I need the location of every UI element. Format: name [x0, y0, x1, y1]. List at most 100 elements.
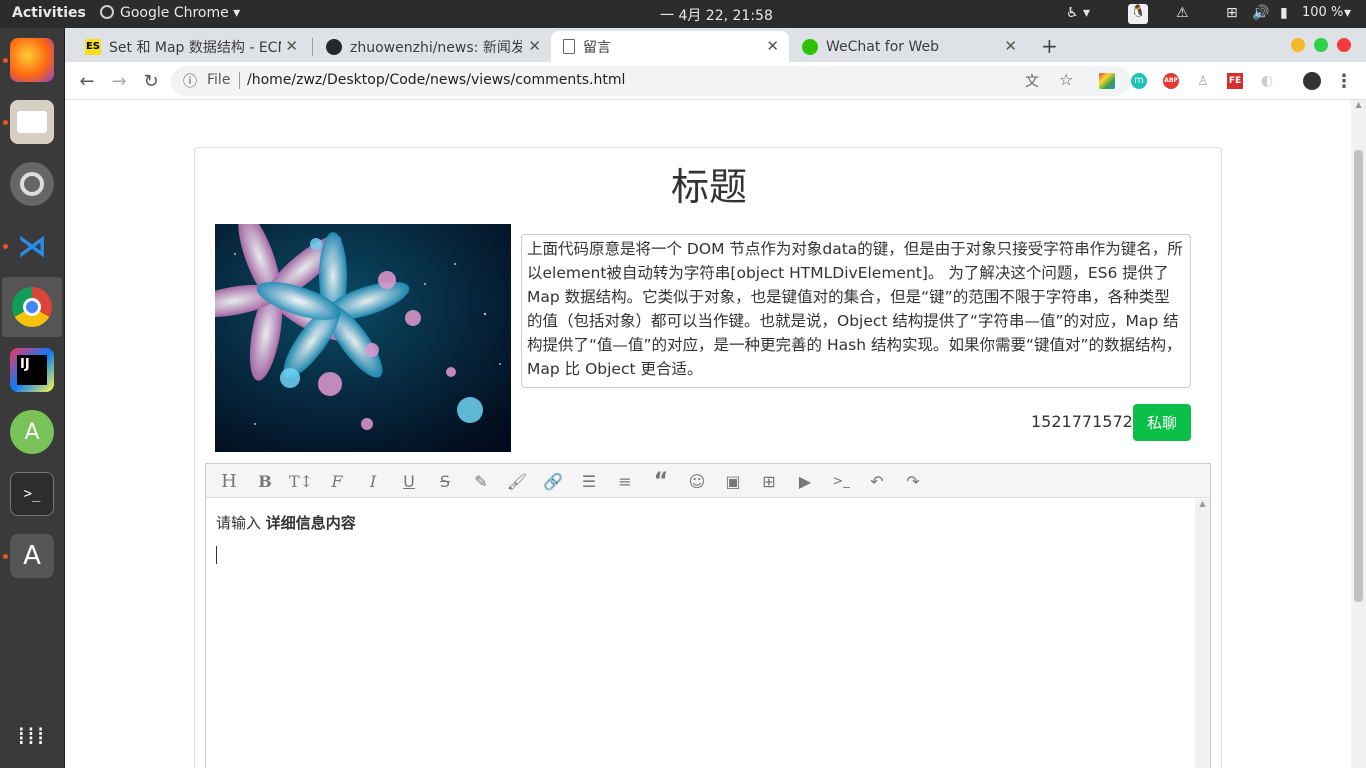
reload-icon[interactable]: ↻	[139, 69, 163, 93]
text-caret	[216, 546, 217, 564]
clock[interactable]: 一 4月 22, 21:58	[660, 5, 773, 25]
github-icon	[326, 38, 342, 55]
info-icon[interactable]: ⓘ	[183, 71, 197, 91]
firefox-icon[interactable]	[10, 38, 54, 82]
image-icon[interactable]: ▣	[722, 470, 744, 492]
system-menu-icon[interactable]: ▾	[1344, 5, 1351, 21]
chrome-icon	[100, 5, 114, 19]
page-icon	[563, 39, 575, 54]
profile-icon[interactable]	[1300, 69, 1324, 93]
tab-title: 留言	[583, 39, 611, 56]
page-title: 标题	[670, 165, 747, 209]
volume-icon[interactable]: 🔊	[1252, 5, 1269, 21]
tab-github[interactable]: zhuowenzhi/news: 新闻发布系统 ✕	[314, 31, 551, 62]
show-apps-icon[interactable]: ⁞⁞⁞	[10, 714, 54, 758]
running-indicator	[3, 244, 8, 249]
color-brush-icon[interactable]: 🖌	[506, 470, 528, 492]
running-indicator	[3, 554, 8, 559]
extension-disabled-icon[interactable]: ◐	[1255, 69, 1279, 93]
editor-placeholder[interactable]: 请输入 详细信息内容	[216, 512, 356, 533]
accessibility-icon[interactable]: ♿ ▾	[1066, 5, 1090, 21]
bold-icon[interactable]: B	[254, 470, 276, 492]
heading-icon[interactable]: H	[218, 470, 240, 492]
tab-wechat[interactable]: WeChat for Web ✕	[790, 31, 1027, 62]
underline-icon[interactable]: U	[398, 470, 420, 492]
warning-icon[interactable]: ⚠	[1176, 5, 1189, 21]
qq-icon[interactable]: 🐧	[1128, 4, 1148, 24]
close-window-button[interactable]	[1337, 38, 1351, 52]
url-text: /home/zwz/Desktop/Code/news/views/commen…	[247, 72, 626, 88]
link-icon[interactable]: 🔗	[542, 470, 564, 492]
ubuntu-dock: ⋊ IJ A >_ A ⁞⁞⁞	[0, 28, 65, 768]
undo-icon[interactable]: ↶	[866, 470, 888, 492]
extension-fe-icon[interactable]: FE	[1223, 69, 1247, 93]
article-body: 上面代码原意是将一个 DOM 节点作为对象data的键，但是由于对象只接受字符串…	[521, 234, 1191, 388]
maximize-button[interactable]	[1314, 38, 1328, 52]
extension-colorful-icon[interactable]	[1095, 69, 1119, 93]
settings-icon[interactable]	[10, 162, 54, 206]
system-top-bar: Activities Google Chrome ▾ 一 4月 22, 21:5…	[0, 0, 1366, 28]
address-bar[interactable]: ⓘ File /home/zwz/Desktop/Code/news/views…	[171, 66, 1131, 96]
tab-es6[interactable]: ES Set 和 Map 数据结构 - ECMAScript 6 入门 ✕	[73, 31, 308, 62]
tab-strip: ES Set 和 Map 数据结构 - ECMAScript 6 入门 ✕ zh…	[65, 28, 1366, 62]
close-icon[interactable]: ✕	[1004, 37, 1017, 55]
italic-icon[interactable]: I	[362, 470, 384, 492]
app-name: Google Chrome	[120, 5, 229, 21]
extension-m-icon[interactable]: m	[1127, 69, 1151, 93]
app-menu[interactable]: Google Chrome ▾	[100, 5, 240, 21]
minimize-button[interactable]	[1291, 38, 1305, 52]
intellij-icon[interactable]: IJ	[10, 348, 54, 392]
running-indicator	[3, 58, 8, 63]
editor-toolbar: H B T↕ F I U S ✎ 🖌 🔗 ☰ ≡ “ ☺ ▣ ⊞ ▶ >_ ↶ …	[206, 464, 1210, 498]
address-divider	[239, 72, 240, 89]
es-favicon: ES	[85, 38, 101, 55]
table-icon[interactable]: ⊞	[758, 470, 780, 492]
translate-icon[interactable]: 文	[1025, 71, 1039, 91]
placeholder-emphasis: 详细信息内容	[265, 514, 356, 532]
page-scrollbar[interactable]: ▲	[1351, 100, 1366, 768]
tab-comments[interactable]: 留言 ✕	[551, 31, 789, 62]
files-icon[interactable]	[10, 100, 54, 144]
adblock-icon[interactable]: ABP	[1159, 69, 1183, 93]
editor-scrollbar[interactable]: ▲	[1195, 499, 1210, 768]
placeholder-prefix: 请输入	[216, 514, 262, 532]
wechat-icon	[802, 38, 818, 55]
close-icon[interactable]: ✕	[766, 37, 779, 55]
phone-number: 15217715728	[1031, 412, 1143, 431]
highlight-icon[interactable]: ✎	[470, 470, 492, 492]
tab-title: WeChat for Web	[826, 38, 940, 55]
article-image	[215, 224, 511, 452]
align-icon[interactable]: ≡	[614, 470, 636, 492]
scroll-up-icon[interactable]: ▲	[1351, 100, 1366, 109]
font-family-icon[interactable]: F	[326, 470, 348, 492]
private-chat-button[interactable]: 私聊	[1133, 404, 1191, 441]
emoji-icon[interactable]: ☺	[686, 470, 708, 492]
video-icon[interactable]: ▶	[794, 470, 816, 492]
scroll-up-icon[interactable]: ▲	[1195, 499, 1210, 508]
bookmark-star-icon[interactable]: ☆	[1059, 70, 1073, 89]
new-tab-button[interactable]: +	[1041, 34, 1058, 58]
forward-icon[interactable]: →	[107, 69, 131, 93]
scrollbar-thumb[interactable]	[1354, 150, 1363, 602]
font-size-icon[interactable]: T↕	[289, 470, 313, 492]
strikethrough-icon[interactable]: S	[434, 470, 456, 492]
quote-icon[interactable]: “	[650, 469, 672, 494]
close-icon[interactable]: ✕	[285, 37, 298, 55]
chrome-dock-icon[interactable]	[2, 277, 62, 337]
extension-grey-icon[interactable]: ♙	[1191, 69, 1215, 93]
tab-title: Set 和 Map 数据结构 - ECMAScript 6 入门	[109, 39, 281, 56]
close-icon[interactable]: ✕	[528, 37, 541, 55]
code-icon[interactable]: >_	[830, 470, 852, 492]
network-icon[interactable]: ⊞	[1226, 5, 1238, 21]
chrome-menu-icon[interactable]: ⋮	[1332, 69, 1356, 93]
list-icon[interactable]: ☰	[578, 470, 600, 492]
running-indicator	[3, 120, 8, 125]
android-studio-icon[interactable]: A	[10, 410, 54, 454]
battery-icon[interactable]: ▮	[1280, 5, 1288, 21]
redo-icon[interactable]: ↷	[902, 470, 924, 492]
activities-button[interactable]: Activities	[12, 5, 86, 21]
terminal-icon[interactable]: >_	[10, 472, 54, 516]
vscode-icon[interactable]: ⋊	[10, 224, 54, 268]
software-center-icon[interactable]: A	[10, 534, 54, 578]
back-icon[interactable]: ←	[75, 69, 99, 93]
